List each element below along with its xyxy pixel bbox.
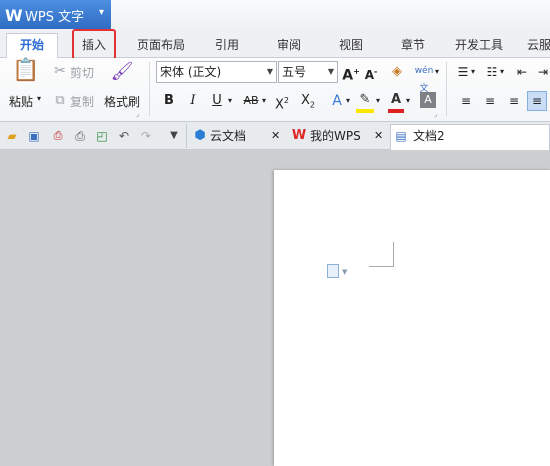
- cloud-doc-icon: ⬢: [194, 128, 206, 143]
- numbered-list-icon[interactable]: ☷: [484, 63, 500, 81]
- font-name-select[interactable]: 宋体 (正文) ▼: [156, 61, 277, 83]
- chevron-down-icon[interactable]: ▾: [471, 67, 475, 76]
- paste-icon[interactable]: 📋: [12, 60, 39, 88]
- justify-icon[interactable]: ≡: [527, 91, 547, 111]
- divider: [149, 62, 150, 116]
- chevron-down-icon: ▼: [266, 67, 273, 76]
- chevron-down-icon[interactable]: ▾: [346, 96, 350, 105]
- superscript-icon[interactable]: X2: [272, 92, 292, 114]
- chevron-down-icon: ▼: [327, 67, 334, 76]
- close-icon[interactable]: ✕: [374, 124, 383, 148]
- scissors-icon: ✂: [54, 63, 66, 79]
- divider: [186, 124, 187, 148]
- font-name-value: 宋体 (正文): [160, 65, 222, 79]
- chevron-down-icon[interactable]: ▾: [262, 96, 266, 105]
- decrease-indent-icon[interactable]: ⇤: [514, 63, 530, 81]
- shrink-font-icon[interactable]: A-: [362, 63, 380, 84]
- highlight-color-icon[interactable]: ✎: [356, 91, 374, 113]
- group-launcher-icon[interactable]: ⌟: [136, 110, 139, 118]
- tab-developer[interactable]: 开发工具: [450, 36, 508, 58]
- tab-page-layout[interactable]: 页面布局: [132, 36, 190, 58]
- format-painter-button[interactable]: 格式刷: [104, 93, 140, 110]
- wps-logo-icon: W: [291, 128, 307, 143]
- font-color-icon[interactable]: A: [388, 91, 404, 113]
- underline-icon[interactable]: U: [208, 92, 226, 110]
- chevron-down-icon[interactable]: ▾: [406, 96, 410, 105]
- document-icon: ▤: [395, 129, 407, 143]
- italic-icon[interactable]: I: [184, 92, 202, 110]
- customize-toolbar-icon[interactable]: ▼: [166, 127, 182, 145]
- paste-options-icon[interactable]: [327, 264, 339, 278]
- tab-section[interactable]: 章节: [394, 36, 432, 58]
- bullet-list-icon[interactable]: ☰: [455, 63, 471, 81]
- paste-button[interactable]: 粘贴: [9, 93, 33, 110]
- group-launcher-icon[interactable]: ⌟: [434, 110, 437, 118]
- chevron-down-icon: ▾: [99, 7, 105, 18]
- copy-button[interactable]: 复制: [70, 93, 94, 110]
- open-folder-icon[interactable]: ▰: [4, 127, 20, 145]
- grow-font-icon[interactable]: A+: [342, 63, 360, 85]
- align-left-icon[interactable]: ≡: [458, 92, 474, 110]
- increase-indent-icon[interactable]: ⇥: [536, 63, 550, 81]
- document-page[interactable]: ▼: [274, 170, 550, 466]
- bold-icon[interactable]: B: [160, 92, 178, 110]
- cut-button[interactable]: 剪切: [70, 64, 94, 81]
- wps-logo-icon: W: [5, 6, 23, 25]
- divider: [446, 62, 447, 116]
- save-icon[interactable]: ▣: [26, 127, 42, 145]
- char-shading-icon[interactable]: A: [420, 92, 436, 108]
- print-icon[interactable]: ⎙: [72, 127, 88, 145]
- doc-tab-mywps[interactable]: 我的WPS: [310, 124, 361, 148]
- chevron-down-icon[interactable]: ▼: [342, 268, 347, 276]
- chevron-down-icon[interactable]: ▾: [376, 96, 380, 105]
- tab-review[interactable]: 审阅: [270, 36, 308, 58]
- margin-corner-mark: [369, 242, 394, 267]
- tab-home[interactable]: 开始: [6, 33, 58, 59]
- align-right-icon[interactable]: ≡: [506, 92, 522, 110]
- print-preview-icon[interactable]: ◰: [94, 127, 110, 145]
- chevron-down-icon[interactable]: ▾: [500, 67, 504, 76]
- app-menu-button[interactable]: W WPS 文字 ▾: [0, 0, 111, 29]
- format-painter-icon[interactable]: 🖌: [110, 63, 134, 85]
- chevron-down-icon[interactable]: ▾: [37, 94, 41, 103]
- strikethrough-icon[interactable]: AB: [240, 92, 262, 110]
- redo-icon[interactable]: ↷: [138, 127, 154, 145]
- align-center-icon[interactable]: ≡: [482, 92, 498, 110]
- font-size-select[interactable]: 五号 ▼: [278, 61, 338, 83]
- doc-tab-current-label[interactable]: 文档2: [413, 124, 445, 148]
- copy-icon: ⧉: [55, 93, 65, 108]
- tab-cloud[interactable]: 云服: [524, 36, 550, 58]
- tab-references[interactable]: 引用: [208, 36, 246, 58]
- app-title: WPS 文字: [25, 10, 85, 25]
- tab-view[interactable]: 视图: [332, 36, 370, 58]
- highlight-box: [72, 29, 116, 60]
- export-pdf-icon[interactable]: ⎙: [50, 127, 66, 145]
- chevron-down-icon[interactable]: ▾: [435, 67, 439, 76]
- chevron-down-icon[interactable]: ▾: [228, 96, 232, 105]
- subscript-icon[interactable]: X2: [298, 92, 318, 115]
- font-size-value: 五号: [282, 65, 307, 79]
- clear-format-icon[interactable]: ◈: [388, 63, 406, 81]
- doc-tab-cloud[interactable]: 云文档: [210, 124, 246, 148]
- text-effect-icon[interactable]: A: [328, 92, 346, 110]
- undo-icon[interactable]: ↶: [116, 127, 132, 145]
- close-icon[interactable]: ✕: [271, 124, 280, 148]
